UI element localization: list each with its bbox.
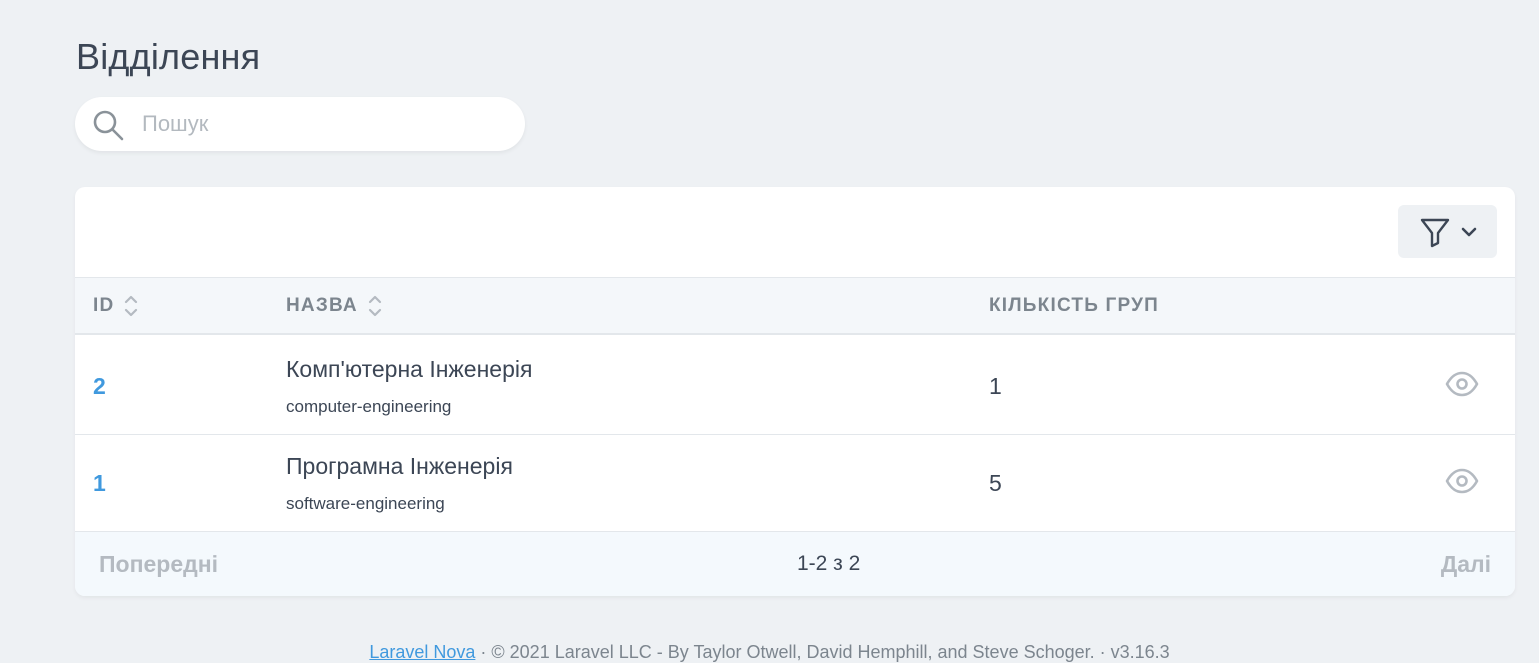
row-name-cell: Комп'ютерна Інженерія computer-engineeri… bbox=[286, 356, 532, 417]
previous-page-button[interactable]: Попередні bbox=[99, 551, 218, 578]
column-header-group-count: Кількість груп bbox=[989, 278, 1159, 334]
sort-icon bbox=[125, 295, 138, 317]
pagination: Попередні 1-2 з 2 Далі bbox=[75, 532, 1515, 596]
search-box[interactable] bbox=[75, 97, 525, 151]
column-header-label: ID bbox=[93, 295, 115, 316]
row-id-link[interactable]: 1 bbox=[93, 435, 106, 532]
search-icon bbox=[93, 110, 124, 141]
table-row: 2 Комп'ютерна Інженерія computer-enginee… bbox=[75, 338, 1515, 435]
table-header: ID Назва Кількість груп bbox=[75, 277, 1515, 335]
footer-nova-link[interactable]: Laravel Nova bbox=[369, 642, 475, 662]
chevron-down-icon bbox=[1461, 227, 1476, 236]
eye-icon[interactable] bbox=[1445, 467, 1479, 495]
table-toolbar bbox=[75, 187, 1515, 277]
row-slug: computer-engineering bbox=[286, 397, 452, 416]
footer: Laravel Nova · © 2021 Laravel LLC - By T… bbox=[0, 642, 1539, 663]
row-name-cell: Програмна Інженерія software-engineering bbox=[286, 453, 513, 514]
resource-table-card: ID Назва Кількість груп 2 Комп'ютерна Ін… bbox=[75, 187, 1515, 596]
page-title: Відділення bbox=[76, 36, 261, 77]
column-header-label: Назва bbox=[286, 295, 358, 316]
row-name: Комп'ютерна Інженерія bbox=[286, 356, 533, 382]
row-group-count: 5 bbox=[989, 470, 1002, 496]
filter-button[interactable] bbox=[1398, 205, 1497, 258]
row-group-count: 1 bbox=[989, 373, 1002, 399]
row-slug: software-engineering bbox=[286, 494, 445, 513]
column-header-name[interactable]: Назва bbox=[286, 278, 382, 334]
pagination-info: 1-2 з 2 bbox=[797, 552, 861, 575]
column-header-label: Кількість груп bbox=[989, 295, 1159, 316]
next-page-button[interactable]: Далі bbox=[1441, 551, 1491, 578]
filter-icon bbox=[1420, 218, 1449, 247]
row-name: Програмна Інженерія bbox=[286, 453, 513, 479]
sort-icon bbox=[368, 295, 381, 317]
eye-icon[interactable] bbox=[1445, 370, 1479, 398]
table-row: 1 Програмна Інженерія software-engineeri… bbox=[75, 435, 1515, 532]
row-id-link[interactable]: 2 bbox=[93, 338, 106, 435]
footer-text: · © 2021 Laravel LLC - By Taylor Otwell,… bbox=[480, 642, 1170, 662]
column-header-id[interactable]: ID bbox=[93, 278, 138, 334]
search-input[interactable] bbox=[142, 111, 502, 137]
